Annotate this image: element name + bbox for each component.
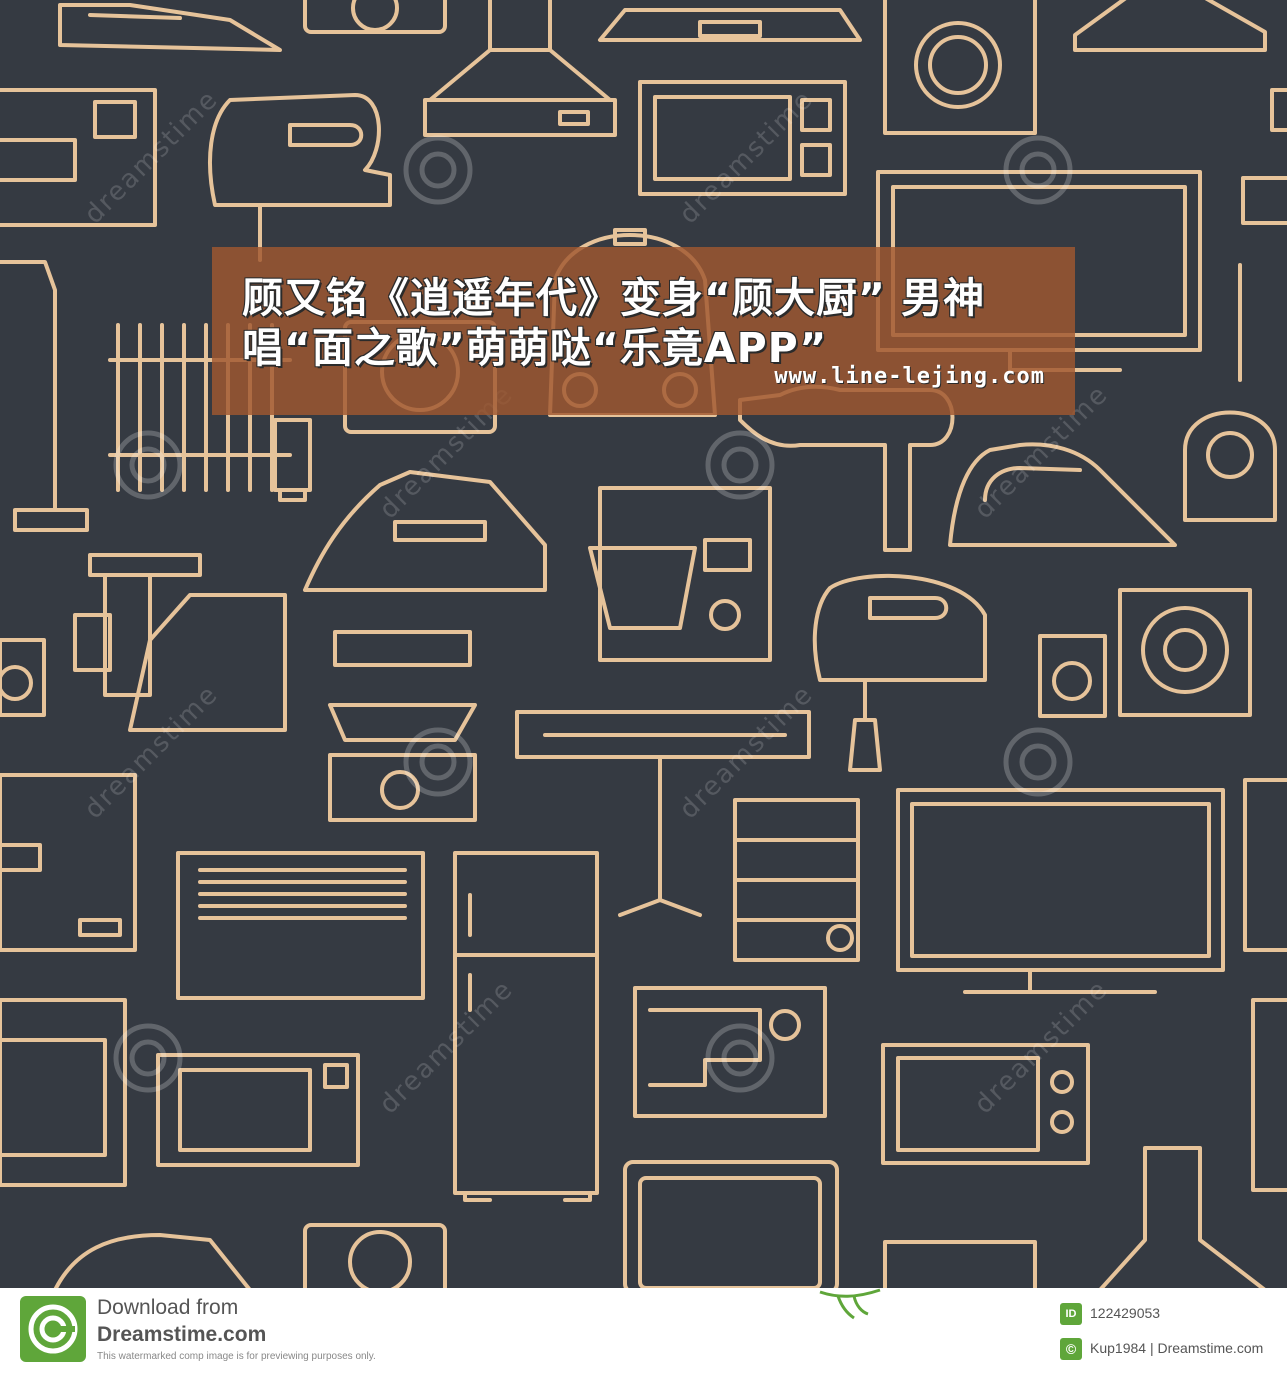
range-hood-icon	[1099, 1146, 1266, 1288]
iron-icon	[58, 3, 282, 52]
range-hood-icon	[423, 0, 617, 137]
svg-text:dreamstime: dreamstime	[969, 974, 1115, 1120]
svg-text:dreamstime: dreamstime	[674, 84, 820, 230]
stand-mixer-icon	[588, 486, 772, 662]
washing-machine-icon	[883, 0, 1037, 135]
dreamstime-brand-label: Dreamstime.com	[97, 1323, 267, 1346]
toaster-icon	[176, 851, 425, 1000]
microwave-icon	[623, 1160, 839, 1288]
mixer-icon	[208, 93, 392, 262]
headline-text: 顾又铭《逍遥年代》变身“顾大厨” 男神 唱“面之歌”萌萌哒“乐竟APP”	[242, 274, 986, 372]
svg-text:dreamstime: dreamstime	[674, 679, 820, 825]
preview-note: This watermarked comp image is for previ…	[97, 1351, 376, 1362]
id-badge-icon: ID	[1060, 1303, 1082, 1325]
tv-icon	[896, 788, 1225, 994]
copyright-icon: ©	[1060, 1338, 1082, 1360]
speaker-icon	[1038, 588, 1252, 718]
svg-text:dreamstime: dreamstime	[79, 679, 225, 825]
oven-icon	[1243, 778, 1287, 1192]
speaker-icon	[0, 638, 46, 717]
vacuum-cleaner-icon	[0, 260, 89, 532]
camera-icon	[303, 0, 447, 34]
microwave-icon	[156, 1053, 360, 1167]
steamer-icon	[733, 798, 860, 962]
image-id: 122429053	[1090, 1305, 1161, 1321]
camera-icon	[303, 1223, 447, 1288]
oven-icon	[0, 998, 127, 1187]
hand-mixer-icon	[812, 573, 987, 772]
headline-banner: 顾又铭《逍遥年代》变身“顾大厨” 男神 唱“面之歌”萌萌哒“乐竟APP” www…	[212, 247, 1075, 415]
appliance-pattern-background: dreamstime dreamstime dreamstime dreamst…	[0, 0, 1287, 1288]
download-footer: Download from Dreamstime.com This waterm…	[0, 1288, 1287, 1376]
iron-icon	[598, 8, 862, 42]
iron-icon	[1073, 0, 1267, 52]
leaf-decoration-icon	[819, 1288, 881, 1320]
iron-icon	[53, 1233, 251, 1288]
oven-icon	[883, 1240, 1037, 1288]
dreamstime-logo-icon	[20, 1296, 86, 1362]
speaker-icon	[1241, 88, 1287, 225]
download-from-label: Download from	[97, 1296, 239, 1319]
sewing-machine-icon	[633, 986, 827, 1118]
stock-image: dreamstime dreamstime dreamstime dreamst…	[0, 0, 1287, 1376]
site-url: www.line-lejing.com	[774, 364, 1045, 389]
svg-text:dreamstime: dreamstime	[79, 84, 225, 230]
author-credit: Kup1984 | Dreamstime.com	[1090, 1340, 1264, 1356]
